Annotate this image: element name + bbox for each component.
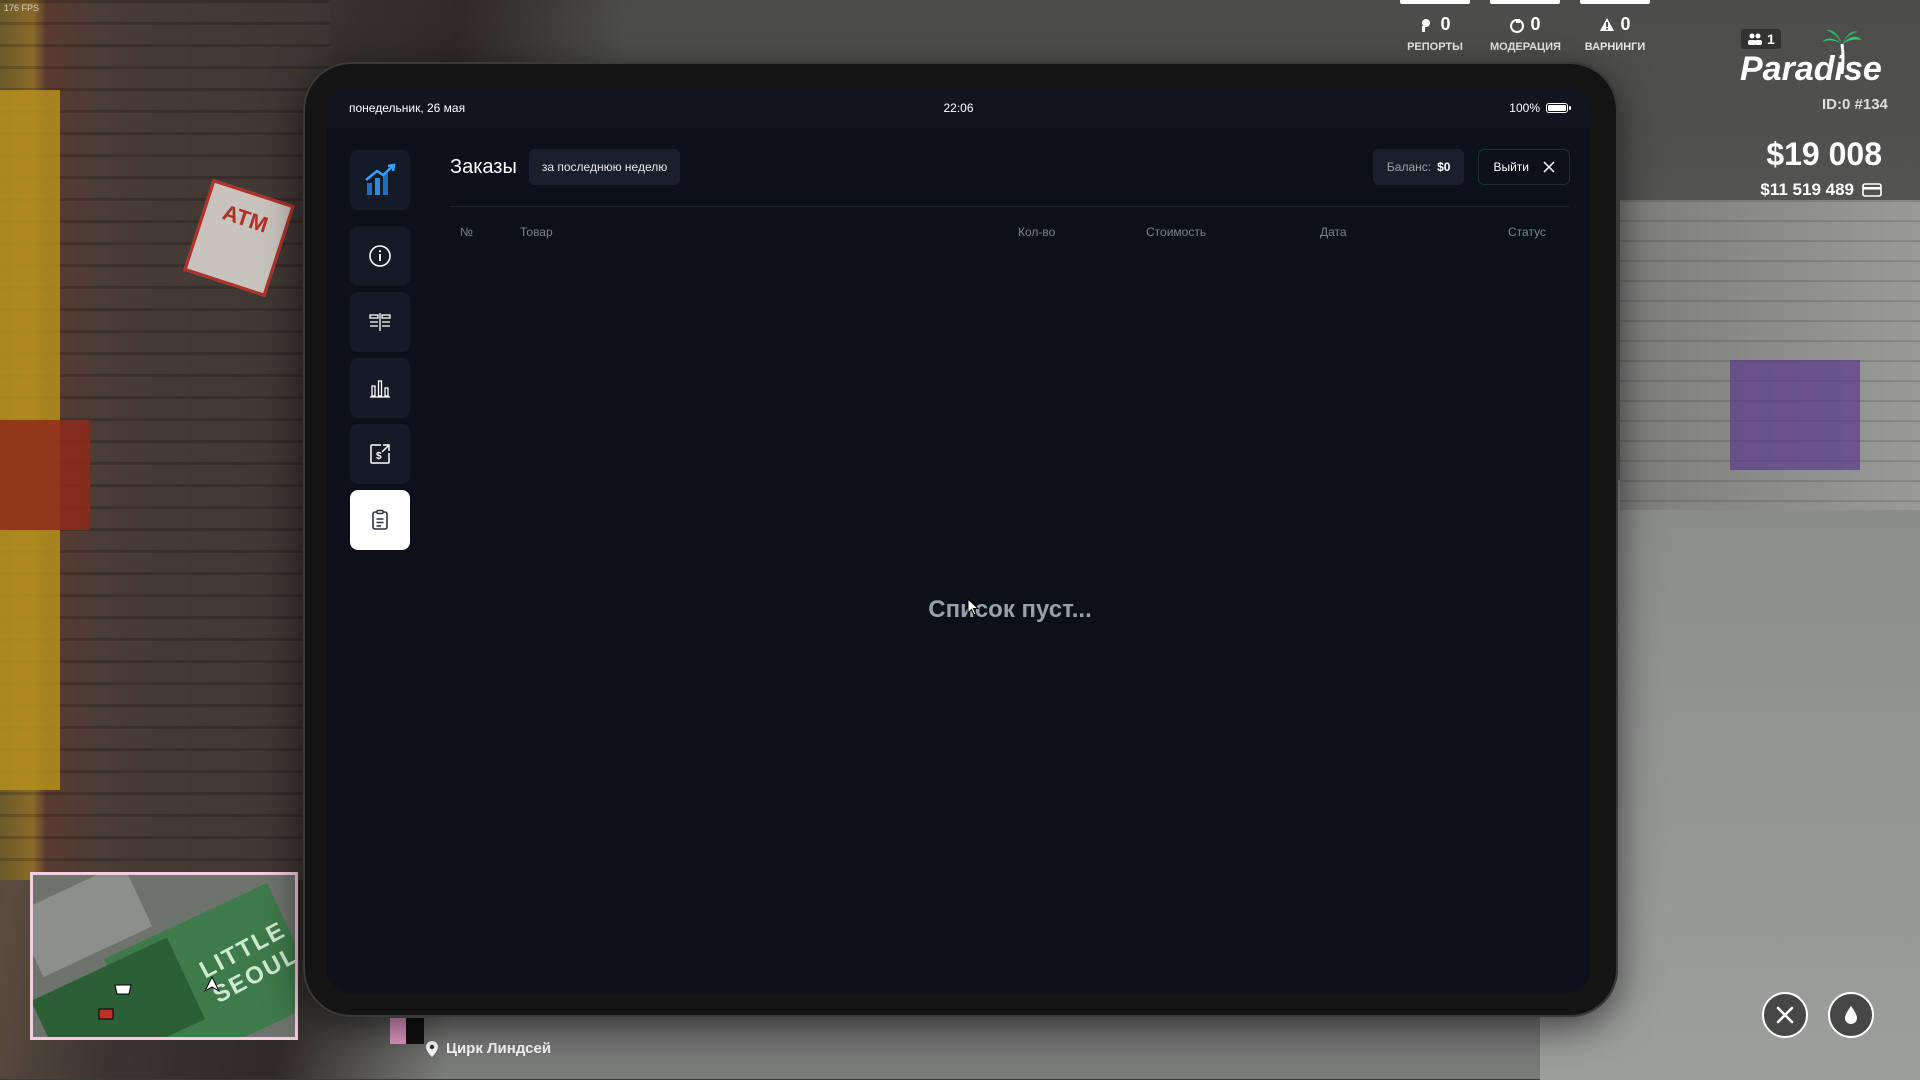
period-filter-button[interactable]: за последнюю неделю (528, 149, 681, 185)
exit-button[interactable]: Выйти (1478, 149, 1570, 185)
water-status-button[interactable] (1828, 992, 1874, 1038)
mouse-cursor-icon (967, 598, 979, 616)
warnings-stat: 0 ВАРНИНГИ (1580, 0, 1650, 53)
warnings-count: 0 (1620, 14, 1631, 34)
bank-amount-row: $11 519 489 (1760, 180, 1882, 200)
svg-text:$: $ (376, 451, 382, 462)
status-date: понедельник, 26 мая (349, 101, 466, 115)
reports-stat: 0 РЕПОРТЫ (1400, 0, 1470, 53)
water-drop-icon (1845, 1006, 1857, 1024)
fork-knife-icon (1776, 1006, 1794, 1024)
status-bar: понедельник, 26 мая 22:06 100% (327, 88, 1590, 128)
dollar-export-icon: $ (370, 444, 390, 464)
empty-list-message: Список пуст... (928, 596, 1092, 623)
sidebar-item-management[interactable] (350, 292, 410, 352)
player-id: ID:0 #134 (1822, 96, 1888, 113)
column-product: Товар (520, 225, 553, 239)
location-label: Цирк Линдсей (426, 1040, 551, 1057)
map-pin-icon (426, 1040, 438, 1057)
orders-header: Заказы за последнюю неделю Баланс: $0 Вый… (450, 128, 1570, 207)
reports-count: 0 (1440, 14, 1451, 34)
column-number: № (460, 225, 473, 239)
balance-label: Баланс: (1386, 160, 1432, 174)
orders-content: Заказы за последнюю неделю Баланс: $0 Вый… (450, 128, 1570, 993)
moderation-stat: 0 МОДЕРАЦИЯ (1490, 0, 1561, 53)
moderation-count: 0 (1530, 14, 1541, 34)
location-name: Цирк Линдсей (446, 1040, 552, 1057)
wall-posters (1730, 360, 1860, 470)
sale-sign (0, 420, 90, 530)
credit-card-icon (1862, 183, 1882, 197)
online-count: 1 (1767, 31, 1775, 47)
brand-logo: Paradise (1740, 50, 1882, 88)
exit-label: Выйти (1493, 160, 1529, 174)
balance-display: Баланс: $0 (1372, 149, 1465, 185)
business-app: $ Заказы за последнюю неделю Баланс: $0 В… (327, 128, 1590, 993)
sidebar-item-statistics[interactable] (350, 358, 410, 418)
battery-indicator: 100% (1509, 101, 1571, 115)
page-title: Заказы (450, 155, 517, 178)
bank-amount: $11 519 489 (1760, 180, 1854, 199)
store-blip-icon (114, 984, 132, 995)
column-quantity: Кол-во (1018, 225, 1056, 239)
status-time: 22:06 (943, 101, 974, 115)
layout-list-icon (369, 313, 391, 331)
fps-counter: 176 FPS (4, 3, 40, 13)
online-players: 1 (1741, 29, 1781, 49)
battery-icon (1546, 103, 1571, 113)
warnings-label: ВАРНИНГИ (1584, 41, 1646, 53)
tablet-screen: понедельник, 26 мая 22:06 100% $ Заказы … (327, 88, 1590, 993)
close-icon (1543, 161, 1555, 173)
report-icon (1422, 18, 1431, 32)
battery-percent: 100% (1509, 101, 1540, 115)
warning-icon (1600, 17, 1615, 31)
balance-value: $0 (1437, 160, 1451, 174)
sidebar-item-info[interactable] (350, 226, 410, 286)
sidebar-item-orders[interactable] (350, 490, 410, 550)
orders-table-header: № Товар Кол-во Стоимость Дата Статус (450, 207, 1570, 257)
column-date: Дата (1320, 225, 1347, 239)
moderation-label: МОДЕРАЦИЯ (1490, 41, 1561, 53)
food-status-button[interactable] (1762, 992, 1808, 1038)
reports-label: РЕПОРТЫ (1407, 41, 1463, 53)
clipboard-icon (372, 509, 388, 530)
column-status: Статус (1508, 225, 1546, 239)
minimap-health-bars (390, 1018, 424, 1044)
cash-amount: $19 008 (1766, 136, 1882, 172)
bar-chart-icon (370, 380, 390, 398)
player-arrow-icon (203, 975, 221, 993)
chart-growth-icon (365, 163, 396, 195)
sidebar-business-logo[interactable] (350, 150, 410, 210)
users-icon (1748, 33, 1762, 45)
minimap: LITTLE SEOUL (30, 872, 298, 1040)
info-icon (369, 245, 391, 267)
sidebar-item-finance[interactable]: $ (350, 424, 410, 484)
moderation-icon (1510, 18, 1525, 33)
mail-blip-icon (98, 1008, 114, 1020)
column-cost: Стоимость (1146, 225, 1207, 239)
app-sidebar: $ (350, 150, 410, 556)
